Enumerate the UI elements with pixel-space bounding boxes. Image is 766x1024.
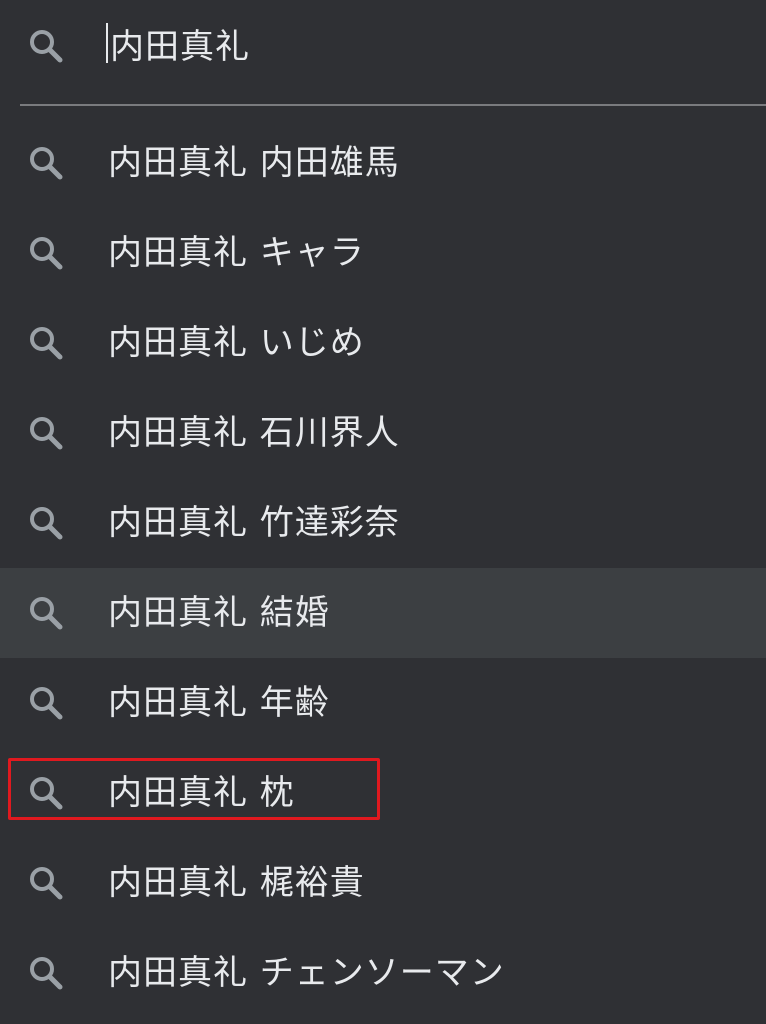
suggestion-item[interactable]: 内田真礼 梶裕貴	[0, 838, 766, 928]
search-icon	[26, 503, 66, 543]
suggestion-label: 内田真礼 年齢	[108, 683, 330, 723]
suggestion-label: 内田真礼 内田雄馬	[108, 143, 400, 183]
suggestion-item[interactable]: 内田真礼 キャラ	[0, 208, 766, 298]
search-bar[interactable]: 内田真礼	[0, 0, 766, 92]
search-query: 内田真礼	[110, 26, 250, 67]
search-icon	[26, 773, 66, 813]
search-icon	[26, 413, 66, 453]
suggestion-item[interactable]: 内田真礼 年齢	[0, 658, 766, 748]
search-suggestions-panel: 内田真礼 内田真礼 内田雄馬 内田真礼 キャラ 内田真礼 いじめ 内田真礼 石川…	[0, 0, 766, 1024]
divider	[20, 104, 766, 106]
search-icon	[26, 863, 66, 903]
search-icon	[26, 233, 66, 273]
search-icon	[26, 953, 66, 993]
search-input[interactable]: 内田真礼	[106, 18, 250, 68]
suggestion-label: 内田真礼 梶裕貴	[108, 863, 365, 903]
suggestion-label: 内田真礼 竹達彩奈	[108, 503, 400, 543]
suggestion-list: 内田真礼 内田雄馬 内田真礼 キャラ 内田真礼 いじめ 内田真礼 石川界人 内田…	[0, 118, 766, 1018]
suggestion-item[interactable]: 内田真礼 竹達彩奈	[0, 478, 766, 568]
suggestion-label: 内田真礼 結婚	[108, 593, 330, 633]
search-icon	[26, 26, 66, 66]
suggestion-item[interactable]: 内田真礼 チェンソーマン	[0, 928, 766, 1018]
suggestion-label: 内田真礼 チェンソーマン	[108, 953, 505, 993]
suggestion-label: 内田真礼 キャラ	[108, 233, 365, 273]
suggestion-item-annotated[interactable]: 内田真礼 枕	[0, 748, 766, 838]
suggestion-label: 内田真礼 いじめ	[108, 323, 365, 363]
suggestion-label: 内田真礼 枕	[108, 773, 295, 813]
suggestion-label: 内田真礼 石川界人	[108, 413, 400, 453]
search-icon	[26, 143, 66, 183]
search-icon	[26, 683, 66, 723]
search-icon	[26, 593, 66, 633]
suggestion-item[interactable]: 内田真礼 内田雄馬	[0, 118, 766, 208]
suggestion-item[interactable]: 内田真礼 いじめ	[0, 298, 766, 388]
search-icon	[26, 323, 66, 363]
suggestion-item-hovered[interactable]: 内田真礼 結婚	[0, 568, 766, 658]
text-cursor	[106, 23, 108, 63]
suggestion-item[interactable]: 内田真礼 石川界人	[0, 388, 766, 478]
